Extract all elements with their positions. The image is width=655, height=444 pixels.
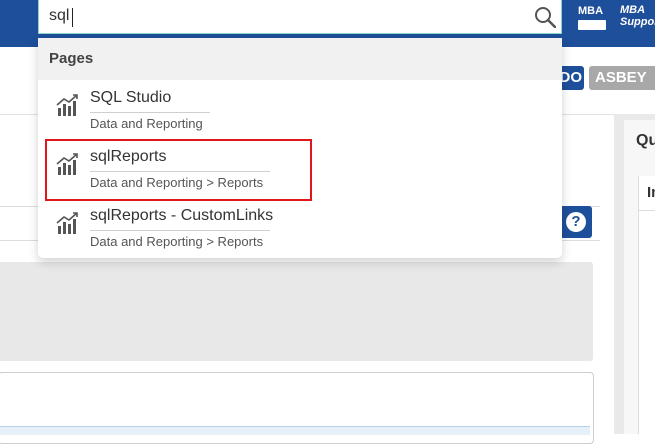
mba-logo[interactable]: MBA xyxy=(578,6,614,36)
chart-trend-icon xyxy=(56,212,78,234)
result-divider xyxy=(90,112,210,113)
chart-trend-icon xyxy=(56,94,78,116)
logo-mark xyxy=(578,20,606,30)
user-name-button[interactable]: ASBEY xyxy=(589,66,655,90)
search-result-item[interactable]: sqlReports - CustomLinks Data and Report… xyxy=(38,198,562,256)
search-result-item[interactable]: SQL Studio Data and Reporting xyxy=(38,80,562,138)
global-search-box[interactable] xyxy=(38,0,562,34)
help-icon: ? xyxy=(566,212,586,232)
right-panel-title: Qu xyxy=(636,132,655,149)
help-button[interactable]: ? xyxy=(560,206,592,238)
result-title: sqlReports - CustomLinks xyxy=(90,207,274,224)
highlight-annotation-box xyxy=(45,139,312,201)
right-panel-inner xyxy=(638,176,655,434)
result-breadcrumb: Data and Reporting xyxy=(90,116,203,131)
support-text: MBA Support xyxy=(620,4,655,28)
search-icon[interactable] xyxy=(534,6,556,28)
content-panel xyxy=(0,262,593,361)
right-panel-divider xyxy=(639,210,655,211)
result-divider xyxy=(90,230,270,231)
search-input[interactable] xyxy=(49,4,519,28)
right-panel-inner-label: In xyxy=(647,184,655,201)
result-breadcrumb: Data and Reporting > Reports xyxy=(90,234,264,249)
result-title: SQL Studio xyxy=(90,89,172,106)
mba-support-logo[interactable]: MBA Support xyxy=(620,4,655,36)
text-caret xyxy=(72,8,73,27)
results-section-header: Pages xyxy=(38,38,562,80)
logo-text: MBA xyxy=(578,5,604,17)
